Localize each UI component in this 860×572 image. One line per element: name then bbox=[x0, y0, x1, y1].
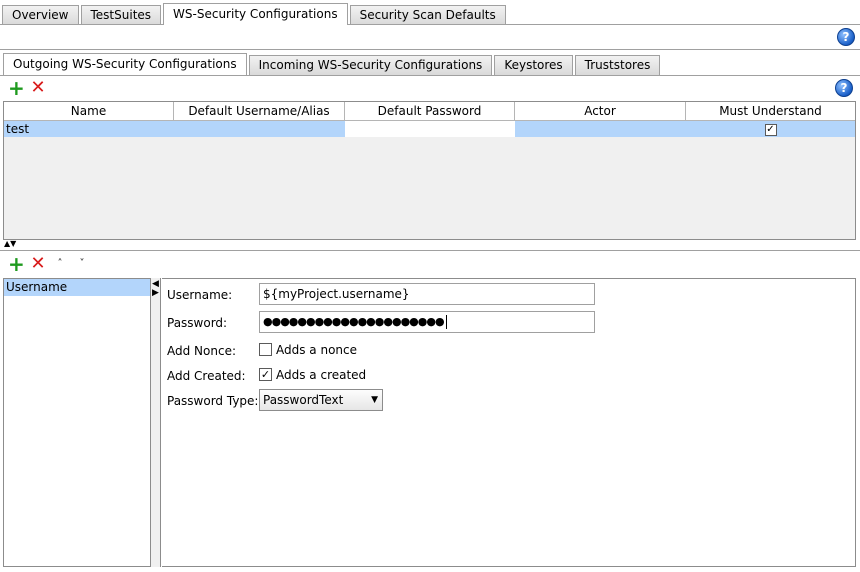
tab-overview[interactable]: Overview bbox=[2, 5, 79, 25]
add-entry-icon[interactable]: + bbox=[8, 254, 25, 274]
help-icon[interactable]: ? bbox=[837, 28, 855, 46]
chevron-down-icon: ▼ bbox=[371, 395, 378, 405]
must-understand-checkbox[interactable]: ✓ bbox=[764, 123, 777, 136]
cell-password[interactable] bbox=[345, 121, 515, 137]
add-created-label: Add Created: bbox=[167, 369, 246, 383]
inner-tab-divider bbox=[0, 75, 860, 76]
password-type-select[interactable]: PasswordText ▼ bbox=[259, 389, 383, 411]
username-label: Username: bbox=[167, 288, 233, 302]
text-caret bbox=[445, 315, 447, 329]
password-type-label: Password Type: bbox=[167, 394, 259, 408]
column-must-understand[interactable]: Must Understand bbox=[686, 102, 855, 120]
remove-config-icon[interactable]: ✕ bbox=[30, 79, 46, 97]
inner-tabbar: Outgoing WS-Security Configurations Inco… bbox=[0, 53, 662, 75]
table-row[interactable]: test ✓ bbox=[4, 121, 855, 137]
section-divider bbox=[0, 49, 860, 50]
cell-name[interactable]: test bbox=[4, 121, 174, 137]
table-header: Name Default Username/Alias Default Pass… bbox=[4, 102, 855, 121]
tab-ws-security-configurations[interactable]: WS-Security Configurations bbox=[163, 3, 348, 25]
password-type-value: PasswordText bbox=[263, 393, 344, 407]
password-mask: ●●●●●●●●●●●●●●●●●●●●● bbox=[263, 315, 445, 328]
entries-list: Username bbox=[3, 278, 151, 567]
password-label: Password: bbox=[167, 316, 228, 330]
move-up-icon[interactable]: ˄ bbox=[52, 256, 68, 272]
list-item-username[interactable]: Username bbox=[4, 279, 150, 296]
cell-username[interactable] bbox=[174, 121, 345, 137]
splitter-handle[interactable]: ▲▼ bbox=[4, 240, 16, 248]
column-actor[interactable]: Actor bbox=[515, 102, 686, 120]
cell-actor[interactable] bbox=[515, 121, 686, 137]
add-created-text: Adds a created bbox=[276, 368, 367, 382]
entries-divider bbox=[0, 250, 860, 251]
help-icon-configs[interactable]: ? bbox=[835, 79, 853, 97]
add-nonce-text: Adds a nonce bbox=[276, 343, 357, 357]
password-field[interactable]: ●●●●●●●●●●●●●●●●●●●●● bbox=[259, 311, 595, 333]
username-field[interactable]: ${myProject.username} bbox=[259, 283, 595, 305]
add-nonce-label: Add Nonce: bbox=[167, 344, 236, 358]
tab-incoming-ws-security[interactable]: Incoming WS-Security Configurations bbox=[248, 55, 493, 75]
expand-right-icon[interactable]: ▶ bbox=[152, 289, 159, 298]
entry-form: Username: ${myProject.username} Password… bbox=[162, 278, 856, 567]
remove-entry-icon[interactable]: ✕ bbox=[30, 255, 46, 273]
add-nonce-checkbox[interactable] bbox=[259, 343, 272, 356]
column-name[interactable]: Name bbox=[4, 102, 174, 120]
add-config-icon[interactable]: + bbox=[8, 78, 25, 98]
top-tab-divider bbox=[0, 24, 860, 25]
column-default-username[interactable]: Default Username/Alias bbox=[174, 102, 345, 120]
tab-outgoing-ws-security[interactable]: Outgoing WS-Security Configurations bbox=[3, 53, 247, 75]
top-tabbar: Overview TestSuites WS-Security Configur… bbox=[0, 3, 508, 25]
move-down-icon[interactable]: ˅ bbox=[74, 256, 90, 272]
tab-security-scan-defaults[interactable]: Security Scan Defaults bbox=[349, 5, 506, 25]
add-created-checkbox[interactable]: ✓ bbox=[259, 368, 272, 381]
cell-must-understand: ✓ bbox=[686, 121, 855, 137]
tab-testsuites[interactable]: TestSuites bbox=[80, 5, 162, 25]
column-default-password[interactable]: Default Password bbox=[345, 102, 515, 120]
tab-truststores[interactable]: Truststores bbox=[574, 55, 661, 75]
splitter-down-icon[interactable]: ▼ bbox=[10, 239, 16, 248]
vertical-splitter[interactable]: ◀ ▶ bbox=[151, 278, 161, 567]
tab-keystores[interactable]: Keystores bbox=[494, 55, 573, 75]
configurations-table: Name Default Username/Alias Default Pass… bbox=[3, 101, 856, 240]
